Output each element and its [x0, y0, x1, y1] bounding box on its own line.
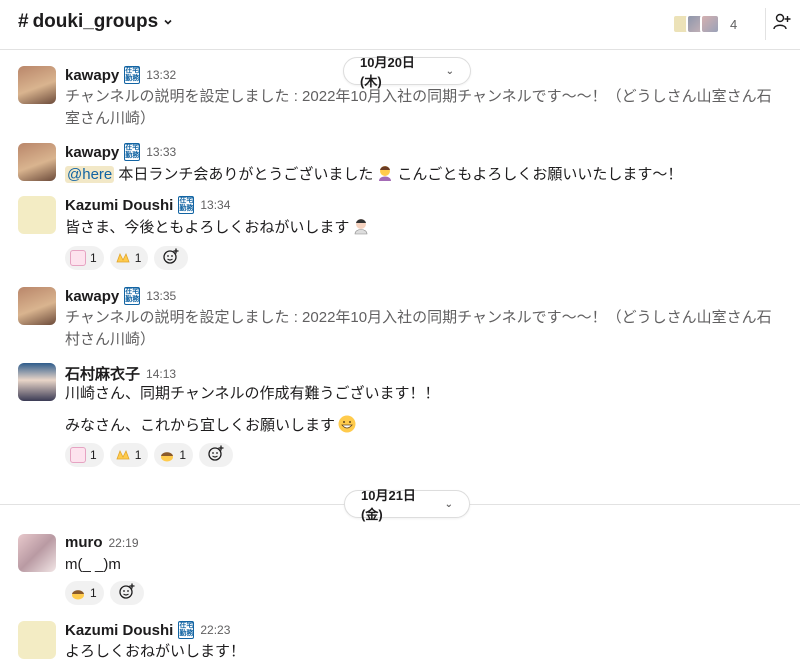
- reaction-count: 1: [179, 448, 187, 462]
- avatar[interactable]: [18, 621, 56, 659]
- person-bowing-emoji: [351, 216, 371, 236]
- add-reaction-icon: [118, 582, 136, 605]
- avatar[interactable]: [18, 66, 56, 104]
- user-name[interactable]: Kazumi Doushi: [65, 622, 173, 639]
- reaction-count: 1: [90, 448, 97, 462]
- bowing-icon: [159, 447, 175, 463]
- message-text: 川崎さん、同期チャンネルの作成有難うございます！！: [65, 385, 440, 402]
- raised-hands-icon: [115, 250, 131, 266]
- chevron-down-icon: [163, 16, 173, 30]
- add-user-icon: [772, 12, 792, 37]
- reaction-count: 1: [90, 251, 97, 265]
- person-bowing-emoji: [375, 163, 395, 183]
- message-text: よろしくおねがいします！: [65, 643, 246, 660]
- channel-name-button[interactable]: # douki_groups: [18, 11, 173, 33]
- chevron-down-icon: ⌄: [445, 65, 454, 77]
- timestamp[interactable]: 13:32: [146, 68, 176, 82]
- user-name[interactable]: muro: [65, 534, 103, 551]
- reaction-count: 1: [134, 448, 142, 462]
- message-text: チャンネルの説明を設定しました : 2022年10月入社の同期チャンネルです〜〜…: [65, 88, 772, 127]
- add-people-button[interactable]: [768, 10, 796, 38]
- member-avatar: [700, 14, 720, 34]
- timestamp[interactable]: 13:34: [200, 198, 230, 212]
- message-text: チャンネルの説明を設定しました : 2022年10月入社の同期チャンネルです〜〜…: [65, 309, 772, 348]
- timestamp[interactable]: 13:35: [146, 289, 176, 303]
- avatar[interactable]: [18, 534, 56, 572]
- member-list-button[interactable]: 4: [672, 8, 766, 40]
- user-name[interactable]: kawapy: [65, 67, 119, 84]
- status-badge: 在宅 勤務: [124, 66, 141, 84]
- reaction-hands[interactable]: 1: [109, 443, 149, 467]
- reaction-bar: 1 1: [65, 246, 189, 270]
- here-mention[interactable]: @here: [65, 166, 115, 183]
- message-text: みなさん、これから宜しくお願いします: [65, 414, 785, 437]
- grinning-face-emoji: [337, 414, 357, 434]
- status-badge: 在宅 勤務: [124, 143, 141, 161]
- avatar[interactable]: [18, 363, 56, 401]
- bowing-icon: [70, 585, 86, 601]
- reaction-bow[interactable]: 1: [65, 581, 104, 605]
- user-name[interactable]: kawapy: [65, 144, 119, 161]
- reaction-yoroshiku[interactable]: 1: [65, 443, 104, 467]
- timestamp[interactable]: 22:19: [109, 536, 139, 550]
- timestamp[interactable]: 22:23: [200, 623, 230, 637]
- message-text-part: みなさん、これから宜しくお願いします: [65, 417, 336, 434]
- channel-name: douki_groups: [32, 11, 159, 32]
- member-count: 4: [730, 16, 738, 32]
- add-reaction-icon: [207, 444, 225, 467]
- channel-header: # douki_groups 4: [0, 0, 800, 50]
- timestamp[interactable]: 14:13: [146, 367, 176, 381]
- status-badge: 在宅 勤務: [178, 621, 195, 639]
- message-text-part: こんごともよろしくお願いいたします〜！: [397, 166, 683, 183]
- raised-hands-icon: [115, 447, 131, 463]
- avatar[interactable]: [18, 143, 56, 181]
- chevron-down-icon: ⌄: [444, 498, 453, 510]
- date-jump-button[interactable]: 10月20日 (木) ⌄: [343, 55, 471, 89]
- timestamp[interactable]: 13:33: [146, 145, 176, 159]
- message-text-part: 皆さま、今後ともよろしくおねがいします: [65, 219, 350, 236]
- add-reaction-button[interactable]: [154, 246, 189, 270]
- date-label: 10月21日 (金): [361, 488, 416, 522]
- message-text: m(_ _)m: [65, 556, 121, 573]
- reaction-bar: 1: [65, 581, 144, 605]
- add-reaction-icon: [162, 247, 180, 270]
- reaction-hands[interactable]: 1: [109, 246, 149, 270]
- header-divider: [765, 8, 766, 40]
- message-text: 皆さま、今後ともよろしくおねがいします: [65, 216, 785, 239]
- date-jump-button[interactable]: 10月21日 (金) ⌄: [344, 488, 470, 522]
- status-badge: 在宅 勤務: [124, 287, 141, 305]
- user-name[interactable]: Kazumi Doushi: [65, 197, 173, 214]
- user-name[interactable]: kawapy: [65, 288, 119, 305]
- user-name[interactable]: 石村麻衣子: [65, 363, 140, 384]
- channel-hash: #: [18, 11, 29, 32]
- reaction-yoroshiku[interactable]: 1: [65, 246, 104, 270]
- reaction-count: 1: [90, 586, 97, 600]
- yoroshiku-custom-icon: [70, 447, 86, 463]
- date-label: 10月20日 (木): [360, 55, 415, 89]
- yoroshiku-custom-icon: [70, 250, 86, 266]
- add-reaction-button[interactable]: [199, 443, 234, 467]
- avatar[interactable]: [18, 196, 56, 234]
- reaction-count: 1: [134, 251, 142, 265]
- reaction-bar: 1 1 1: [65, 443, 234, 467]
- status-badge: 在宅 勤務: [178, 196, 195, 214]
- message-text: @here 本日ランチ会ありがとうございました こんごともよろしくお願いいたします…: [65, 163, 785, 186]
- message-text-part: 本日ランチ会ありがとうございました: [114, 166, 374, 183]
- add-reaction-button[interactable]: [109, 581, 144, 605]
- avatar[interactable]: [18, 287, 56, 325]
- reaction-bow[interactable]: 1: [154, 443, 194, 467]
